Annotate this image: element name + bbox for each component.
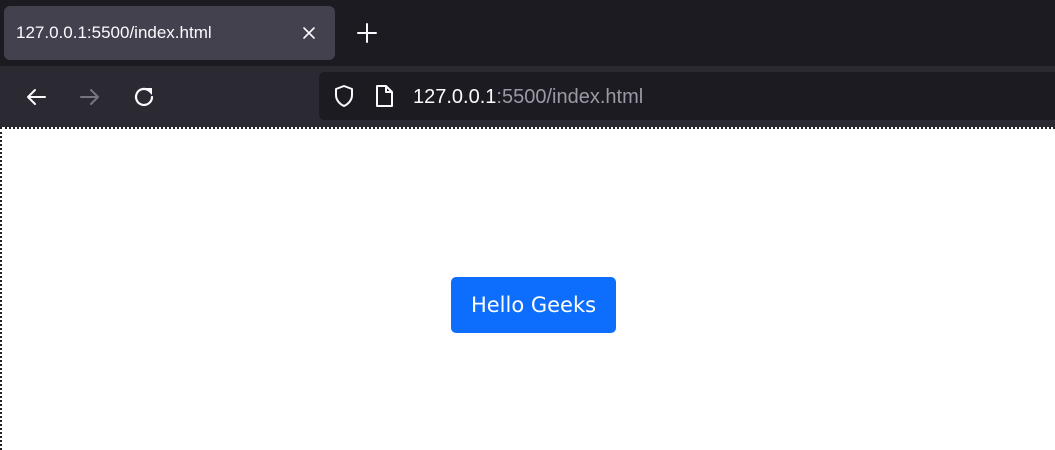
arrow-left-icon[interactable] — [24, 85, 48, 109]
page-icon[interactable] — [373, 84, 395, 108]
url-text: 127.0.0.1:5500/index.html — [413, 86, 643, 108]
url-host: 127.0.0.1 — [413, 86, 497, 108]
close-icon[interactable] — [299, 23, 319, 43]
page-content: Hello Geeks — [0, 127, 1055, 450]
hello-geeks-button[interactable]: Hello Geeks — [451, 277, 616, 333]
tab-active[interactable]: 127.0.0.1:5500/index.html — [4, 6, 335, 60]
tab-title: 127.0.0.1:5500/index.html — [16, 23, 212, 42]
url-path: :5500/index.html — [496, 86, 644, 108]
browser-window: 127.0.0.1:5500/index.html 127.0.0.1:5500… — [0, 0, 1055, 450]
tab-strip: 127.0.0.1:5500/index.html — [0, 0, 1055, 66]
plus-icon[interactable] — [356, 22, 378, 44]
shield-icon[interactable] — [332, 84, 356, 108]
reload-icon[interactable] — [132, 85, 156, 109]
arrow-right-icon[interactable] — [78, 85, 102, 109]
nav-toolbar: 127.0.0.1:5500/index.html — [0, 66, 1055, 127]
url-bar[interactable]: 127.0.0.1:5500/index.html — [319, 72, 1055, 120]
